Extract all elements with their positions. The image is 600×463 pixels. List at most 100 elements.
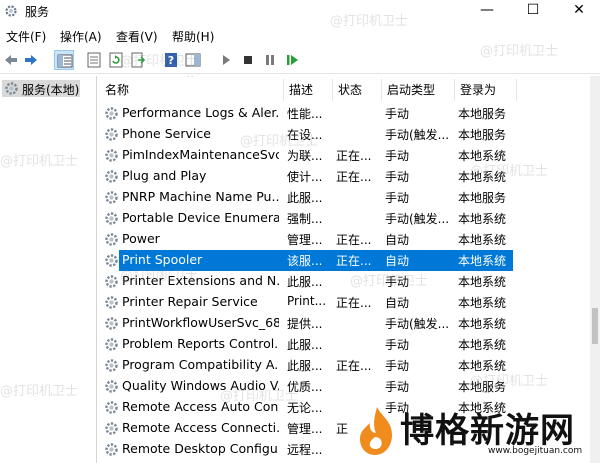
- service-startup-type: 自动: [385, 233, 410, 247]
- watermark-text: @打印机卫士: [470, 374, 549, 389]
- properties-icon: [87, 52, 101, 68]
- watermark-text: @打印机卫士: [350, 274, 429, 289]
- service-description: 此服...: [287, 338, 323, 352]
- service-description: 提供...: [287, 317, 323, 331]
- table-row[interactable]: PNRP Machine Name Pu... 此服... 手动 本地服务: [100, 187, 513, 208]
- table-row[interactable]: Program Compatibility A... 此服... 正在... 手动 本地…: [100, 355, 513, 376]
- stop-service-button[interactable]: [238, 50, 258, 70]
- column-header-description[interactable]: 描述: [284, 79, 333, 101]
- column-headers: 名称 描述 状态 启动类型 登录为: [100, 79, 590, 101]
- properties-button[interactable]: [84, 50, 104, 70]
- service-startup-type: 手动: [385, 170, 410, 184]
- service-name: PimIndexMaintenanceSvc...: [122, 147, 279, 162]
- gear-icon: [105, 254, 118, 267]
- watermark-text: @打印机卫士: [480, 44, 559, 59]
- service-name: Program Compatibility A...: [122, 357, 279, 372]
- logo-url: www.bogejituan.com: [488, 446, 583, 456]
- close-button[interactable]: ✕: [556, 0, 600, 22]
- service-description: 使计...: [287, 170, 323, 184]
- gear-icon: [105, 212, 118, 225]
- gear-icon: [105, 296, 118, 309]
- table-row[interactable]: Power 管理... 正在... 自动 本地系统: [100, 229, 513, 250]
- restart-service-button[interactable]: [282, 50, 302, 70]
- table-row[interactable]: PrintWorkflowUserSvc_68... 提供... 手动(触发... 本…: [100, 313, 513, 334]
- site-logo: 博格新游网 www.bogejituan.com: [356, 405, 600, 463]
- gear-icon: [105, 128, 118, 141]
- window-title: 服务: [25, 5, 50, 19]
- service-name: Portable Device Enumera...: [122, 210, 279, 225]
- service-startup-type: 手动: [385, 191, 410, 205]
- back-arrow-icon: [5, 55, 17, 65]
- service-name: Remote Desktop Configu...: [122, 441, 279, 456]
- gear-icon: [105, 359, 118, 372]
- service-status: 正在...: [336, 149, 372, 163]
- service-description: 性能...: [287, 107, 323, 121]
- column-header-log-on-as[interactable]: 登录为: [455, 79, 517, 101]
- service-name: Power: [122, 231, 160, 246]
- tree-item-services-local[interactable]: 服务(本地): [2, 80, 80, 97]
- back-button[interactable]: [1, 50, 21, 70]
- service-description: 强制...: [287, 212, 323, 226]
- service-name: PNRP Machine Name Pu...: [122, 189, 279, 204]
- table-row[interactable]: Printer Repair Service Print... 正在... 自动 本地系…: [100, 292, 513, 313]
- gear-icon: [105, 107, 118, 120]
- table-row[interactable]: Performance Logs & Aler... 性能... 手动 本地服务: [100, 103, 513, 124]
- gear-icon: [105, 338, 118, 351]
- restart-icon: [287, 55, 298, 65]
- service-status: 正在...: [336, 254, 372, 268]
- service-description: 此服...: [287, 191, 323, 205]
- service-description: 管理...: [287, 233, 323, 247]
- table-row[interactable]: Quality Windows Audio V... 优质... 手动 本地服务: [100, 376, 513, 397]
- column-header-status[interactable]: 状态: [333, 79, 382, 101]
- menu-view[interactable]: 查看(V): [116, 28, 158, 45]
- column-header-startup-type[interactable]: 启动类型: [382, 79, 455, 101]
- service-name: Printer Repair Service: [122, 294, 258, 309]
- service-startup-type: 手动: [385, 338, 410, 352]
- watermark-text: @打印机卫士: [120, 269, 199, 284]
- pause-service-button[interactable]: [260, 50, 280, 70]
- column-header-name[interactable]: 名称: [100, 79, 284, 101]
- service-startup-type: 手动: [385, 380, 410, 394]
- start-service-button[interactable]: [216, 50, 236, 70]
- menu-action[interactable]: 操作(A): [60, 28, 102, 45]
- service-status: 正在...: [336, 233, 372, 247]
- service-name: PrintWorkflowUserSvc_68...: [122, 315, 279, 330]
- console-tree: 服务(本地): [0, 76, 97, 463]
- show-hide-console-tree-button[interactable]: [54, 50, 74, 70]
- service-description: 该服...: [287, 254, 323, 268]
- gear-icon: [105, 233, 118, 246]
- watermark-text: @打印机卫士: [120, 54, 199, 69]
- service-startup-type: 手动(触发...: [385, 128, 450, 142]
- table-row[interactable]: Plug and Play 使计... 正在... 手动 本地系统: [100, 166, 513, 187]
- menu-file[interactable]: 文件(F): [6, 28, 46, 45]
- scrollbar-thumb[interactable]: [592, 308, 598, 344]
- tree-item-label: 服务(本地): [22, 83, 80, 97]
- table-row[interactable]: Problem Reports Control... 此服... 手动 本地系统: [100, 334, 513, 355]
- service-log-on-as: 本地系统: [458, 275, 507, 289]
- title-bar: 服务 — ☐ ✕: [0, 0, 600, 22]
- service-description: 管理...: [287, 422, 323, 436]
- service-name: Problem Reports Control...: [122, 336, 279, 351]
- pause-icon: [266, 55, 274, 65]
- watermark-text: @打印机卫士: [470, 164, 549, 179]
- maximize-button[interactable]: ☐: [510, 0, 556, 22]
- service-name: Remote Access Connecti...: [122, 420, 279, 435]
- play-icon: [223, 55, 230, 65]
- service-description: 远程...: [287, 443, 323, 457]
- service-description: 为联...: [287, 149, 323, 163]
- service-startup-type: 手动(触发...: [385, 317, 450, 331]
- service-log-on-as: 本地系统: [458, 296, 507, 310]
- gear-icon: [105, 275, 118, 288]
- service-description: 此服...: [287, 359, 323, 373]
- table-row[interactable]: Portable Device Enumera... 强制... 手动(触发... 本…: [100, 208, 513, 229]
- service-log-on-as: 本地系统: [458, 338, 507, 352]
- watermark-text: @打印机卫士: [330, 14, 409, 29]
- forward-button[interactable]: [21, 50, 41, 70]
- minimize-button[interactable]: —: [464, 0, 510, 22]
- gear-icon: [105, 170, 118, 183]
- service-log-on-as: 本地服务: [458, 191, 507, 205]
- service-status: 正在...: [336, 296, 372, 310]
- menu-help[interactable]: 帮助(H): [172, 28, 214, 45]
- watermark-text: @打印机卫士: [0, 154, 79, 169]
- service-log-on-as: 本地系统: [458, 254, 507, 268]
